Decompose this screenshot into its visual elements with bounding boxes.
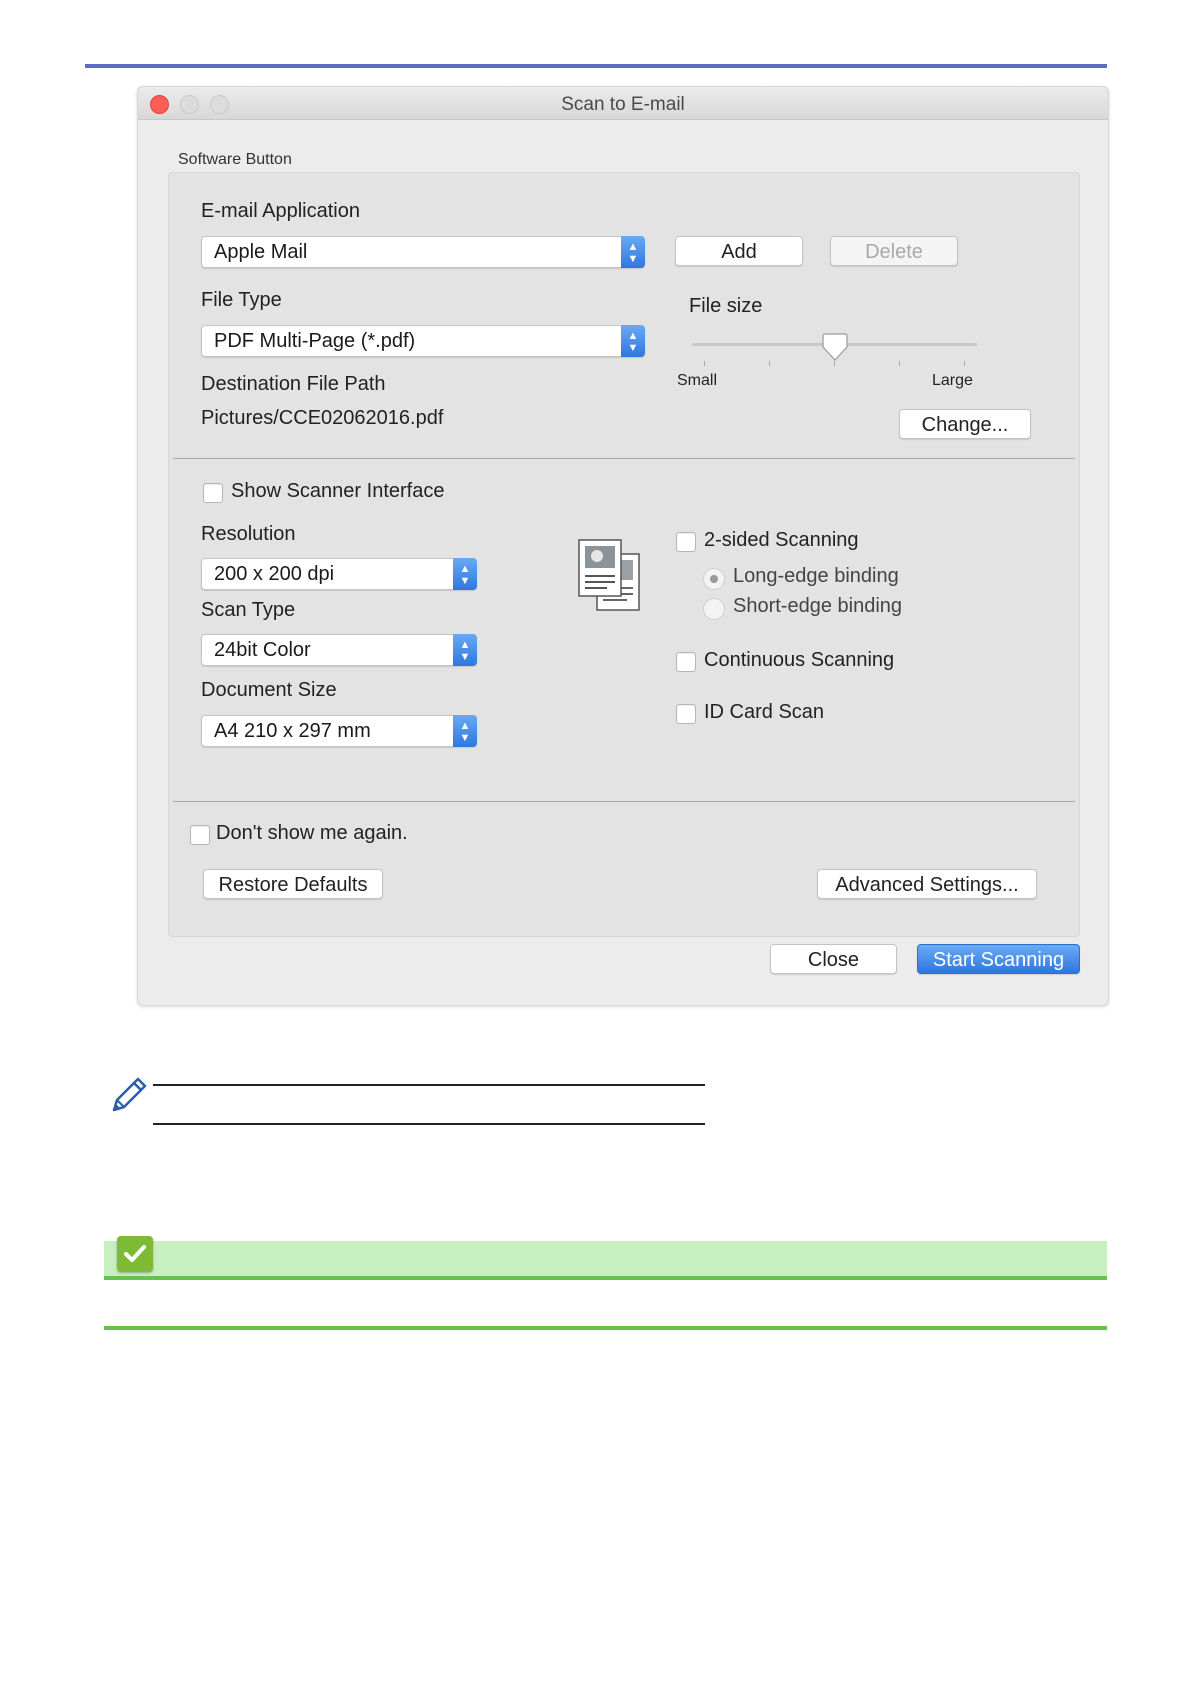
slider-tick: [964, 361, 965, 366]
file-size-max-label: Large: [932, 372, 973, 389]
separator: [173, 801, 1075, 802]
dont-show-again-checkbox[interactable]: [190, 825, 210, 845]
resolution-select[interactable]: 200 x 200 dpi ▲ ▼: [201, 558, 477, 590]
add-button[interactable]: Add: [675, 236, 803, 266]
continuous-scanning-label: Continuous Scanning: [704, 649, 895, 671]
select-stepper-icon: ▲ ▼: [453, 715, 477, 747]
email-application-select[interactable]: Apple Mail ▲ ▼: [201, 236, 645, 268]
two-sided-scanning-label: 2-sided Scanning: [704, 529, 859, 551]
group-label: Software Button: [178, 151, 292, 168]
slider-tick: [769, 361, 770, 366]
long-edge-binding-radio[interactable]: [703, 568, 725, 590]
pencil-icon: [108, 1074, 150, 1116]
window-title: Scan to E-mail: [561, 94, 685, 115]
slider-tick: [704, 361, 705, 366]
short-edge-binding-label: Short-edge binding: [733, 595, 903, 617]
restore-defaults-button[interactable]: Restore Defaults: [203, 869, 383, 899]
select-stepper-icon: ▲ ▼: [621, 236, 645, 268]
show-scanner-interface-checkbox[interactable]: [203, 483, 223, 503]
long-edge-binding-label: Long-edge binding: [733, 565, 899, 587]
file-type-select[interactable]: PDF Multi-Page (*.pdf) ▲ ▼: [201, 325, 645, 357]
close-button[interactable]: Close: [770, 944, 897, 974]
resolution-value: 200 x 200 dpi: [214, 563, 335, 585]
select-stepper-icon: ▲ ▼: [453, 634, 477, 666]
green-rule-top: [104, 1276, 1107, 1280]
two-sided-scanning-checkbox[interactable]: [676, 532, 696, 552]
slider-tick: [899, 361, 900, 366]
scan-type-select[interactable]: 24bit Color ▲ ▼: [201, 634, 477, 666]
scan-to-email-dialog: Scan to E-mail Software Button E-mail Ap…: [137, 86, 1109, 1006]
title-bar: Scan to E-mail: [138, 87, 1108, 120]
checkmark-icon: [117, 1236, 153, 1272]
email-application-label: E-mail Application: [201, 200, 360, 222]
file-size-label: File size: [689, 295, 763, 317]
continuous-scanning-checkbox[interactable]: [676, 652, 696, 672]
document-preview-icon: [577, 538, 643, 614]
dont-show-again-label: Don't show me again.: [216, 822, 408, 844]
short-edge-binding-radio[interactable]: [703, 598, 725, 620]
note-top-rule: [153, 1084, 705, 1086]
separator: [173, 458, 1075, 459]
destination-label: Destination File Path: [201, 373, 386, 395]
software-button-group: E-mail Application Apple Mail ▲ ▼ Add Del…: [168, 172, 1080, 937]
change-button[interactable]: Change...: [899, 409, 1031, 439]
note-bottom-rule: [153, 1123, 705, 1125]
start-scanning-button[interactable]: Start Scanning: [917, 944, 1080, 974]
radio-dot-icon: [710, 575, 718, 583]
scan-type-value: 24bit Color: [214, 639, 311, 661]
document-size-label: Document Size: [201, 679, 337, 701]
select-stepper-icon: ▲ ▼: [621, 325, 645, 357]
document-size-value: A4 210 x 297 mm: [214, 720, 371, 742]
select-stepper-icon: ▲ ▼: [453, 558, 477, 590]
destination-path: Pictures/CCE02062016.pdf: [201, 407, 444, 429]
file-size-slider-thumb[interactable]: [821, 332, 848, 362]
file-type-label: File Type: [201, 289, 282, 311]
show-scanner-interface-label: Show Scanner Interface: [231, 480, 445, 502]
advanced-settings-button[interactable]: Advanced Settings...: [817, 869, 1037, 899]
resolution-label: Resolution: [201, 523, 296, 545]
file-type-value: PDF Multi-Page (*.pdf): [214, 330, 416, 352]
id-card-scan-label: ID Card Scan: [704, 701, 825, 723]
scan-type-label: Scan Type: [201, 599, 296, 621]
email-application-value: Apple Mail: [214, 241, 308, 263]
green-rule-bottom: [104, 1326, 1107, 1330]
file-size-min-label: Small: [677, 372, 718, 389]
id-card-scan-checkbox[interactable]: [676, 704, 696, 724]
page-top-rule: [85, 64, 1107, 68]
delete-button[interactable]: Delete: [830, 236, 958, 266]
related-information-band: [104, 1241, 1107, 1276]
document-size-select[interactable]: A4 210 x 297 mm ▲ ▼: [201, 715, 477, 747]
